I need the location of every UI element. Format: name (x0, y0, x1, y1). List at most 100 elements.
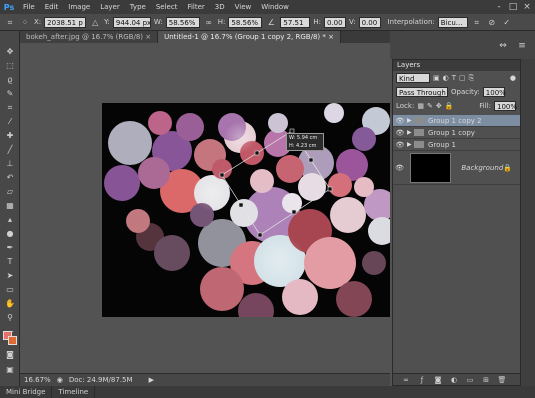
clone-stamp-icon[interactable]: ⊥ (4, 158, 16, 169)
opacity-label: Opacity: (451, 88, 480, 96)
close-window-button[interactable]: × (521, 1, 533, 13)
history-brush-icon[interactable]: ↶ (4, 172, 16, 183)
zoom-icon[interactable]: ⚲ (4, 312, 16, 323)
fill-field[interactable]: 100% (494, 101, 517, 111)
link-layers-icon[interactable]: ∞ (401, 375, 411, 385)
filter-smart-icon[interactable]: ⎘ (469, 74, 475, 83)
quick-select-icon[interactable]: ✎ (4, 88, 16, 99)
lasso-icon[interactable]: ϱ (4, 74, 16, 85)
menu-select[interactable]: Select (151, 3, 183, 11)
new-group-icon[interactable]: ▭ (465, 375, 475, 385)
app-logo: Ps (3, 2, 15, 12)
layer-style-icon[interactable]: ƒ (417, 375, 427, 385)
delete-layer-icon[interactable]: 🗑 (497, 375, 507, 385)
type-icon[interactable]: T (4, 256, 16, 267)
visibility-eye-icon[interactable]: 👁 (393, 129, 407, 137)
menu-layer[interactable]: Layer (95, 3, 125, 11)
angle-field[interactable]: 57.51 (280, 16, 311, 28)
lock-transparent-icon[interactable]: ▦ (417, 102, 424, 110)
commit-transform-icon[interactable]: ✓ (501, 17, 513, 28)
path-select-icon[interactable]: ➤ (4, 270, 16, 281)
width-field[interactable]: 58.56% (165, 16, 200, 28)
x-field[interactable]: 2038.51 p (44, 16, 87, 28)
menu-window[interactable]: Window (256, 3, 294, 11)
filter-toggle-icon[interactable]: ● (510, 74, 516, 82)
brush-icon[interactable]: ╱ (4, 144, 16, 155)
tool-preset-icon[interactable]: ⌗ (4, 17, 16, 28)
dodge-icon[interactable]: ● (4, 228, 16, 239)
lock-move-icon[interactable]: ✥ (436, 102, 442, 110)
doc-tab-bokeh[interactable]: bokeh_after.jpg @ 16.7% (RGB/8) × (20, 31, 159, 43)
visibility-eye-icon[interactable]: 👁 (393, 164, 406, 172)
blend-mode-select[interactable]: Pass Through (396, 87, 448, 97)
canvas-area[interactable]: W: 5.94 cm H: 4.23 cm (20, 43, 390, 373)
y-field[interactable]: 944.04 px (112, 16, 151, 28)
marquee-icon[interactable]: ⬚ (4, 60, 16, 71)
pen-icon[interactable]: ✒ (4, 242, 16, 253)
layers-panel-title[interactable]: Layers (393, 60, 520, 71)
layer-filter-select[interactable]: Kind (396, 73, 430, 83)
menu-filter[interactable]: Filter (182, 3, 209, 11)
visibility-eye-icon[interactable]: 👁 (393, 117, 407, 125)
filter-type-icon[interactable]: T (452, 74, 456, 82)
layer-row[interactable]: 👁 ▶ Group 1 copy 2 (393, 115, 520, 127)
reference-point-icon[interactable]: ⁘ (19, 17, 31, 28)
menu-edit[interactable]: Edit (40, 3, 64, 11)
expand-group-icon[interactable]: ▶ (407, 141, 414, 148)
interpolation-label: Interpolation: (387, 18, 435, 26)
shape-icon[interactable]: ▭ (4, 284, 16, 295)
menu-3d[interactable]: 3D (210, 3, 230, 11)
tab-mini-bridge[interactable]: Mini Bridge (0, 386, 53, 398)
eyedropper-icon[interactable]: ⁄ (4, 116, 16, 127)
panel-options-icon[interactable]: ≡ (516, 41, 528, 51)
restore-button[interactable]: □ (507, 1, 519, 13)
cancel-transform-icon[interactable]: ⊘ (486, 17, 498, 28)
vskew-field[interactable]: 0.00 (358, 16, 381, 28)
menu-image[interactable]: Image (63, 3, 95, 11)
gradient-icon[interactable]: ▦ (4, 200, 16, 211)
move-icon[interactable]: ✥ (4, 46, 16, 57)
delta-icon[interactable]: △ (89, 17, 101, 28)
quick-mask-icon[interactable]: ◙ (4, 349, 16, 360)
crop-icon[interactable]: ⌗ (4, 102, 16, 113)
minimize-button[interactable]: - (493, 1, 505, 13)
tab-timeline[interactable]: Timeline (52, 386, 96, 398)
healing-icon[interactable]: ✚ (4, 130, 16, 141)
eraser-icon[interactable]: ▱ (4, 186, 16, 197)
lock-all-icon[interactable]: 🔒 (445, 102, 454, 110)
adjustment-layer-icon[interactable]: ◐ (449, 375, 459, 385)
menu-type[interactable]: Type (125, 3, 151, 11)
layer-row[interactable]: 👁 Background 🔒 (393, 151, 520, 185)
opacity-field[interactable]: 100% (482, 87, 506, 97)
expand-group-icon[interactable]: ▶ (407, 129, 414, 136)
status-icon[interactable]: ◉ (57, 376, 63, 384)
expand-group-icon[interactable]: ▶ (407, 117, 414, 124)
new-layer-icon[interactable]: ⊞ (481, 375, 491, 385)
height-field[interactable]: 58.56% (228, 16, 263, 28)
doc-tab-untitled[interactable]: Untitled-1 @ 16.7% (Group 1 copy 2, RGB/… (158, 31, 341, 43)
filter-adjust-icon[interactable]: ◐ (443, 74, 449, 82)
hand-icon[interactable]: ✋ (4, 298, 16, 309)
blur-icon[interactable]: ▴ (4, 214, 16, 225)
filter-shape-icon[interactable]: ▢ (459, 74, 466, 82)
background-color-swatch[interactable] (8, 336, 17, 345)
lock-brush-icon[interactable]: ✎ (427, 102, 433, 110)
add-mask-icon[interactable]: ◙ (433, 375, 443, 385)
layer-name: Group 1 copy 2 (428, 116, 482, 125)
layer-row[interactable]: 👁 ▶ Group 1 (393, 139, 520, 151)
layer-row[interactable]: 👁 ▶ Group 1 copy (393, 127, 520, 139)
warp-icon[interactable]: ⌗ (471, 17, 483, 28)
menu-file[interactable]: File (18, 3, 40, 11)
visibility-eye-icon[interactable]: 👁 (393, 141, 407, 149)
interpolation-select[interactable]: Bicu... (437, 16, 468, 28)
tools-panel: ✥ ⬚ ϱ ✎ ⌗ ⁄ ✚ ╱ ⊥ ↶ ▱ ▦ ▴ ● ✒ T ➤ ▭ ✋ ⚲ … (0, 31, 20, 386)
zoom-level[interactable]: 16.67% (24, 376, 51, 384)
menu-view[interactable]: View (230, 3, 257, 11)
hskew-field[interactable]: 0.00 (324, 16, 346, 28)
collapse-panels-icon[interactable]: ⇔ (497, 41, 509, 51)
document-image[interactable]: W: 5.94 cm H: 4.23 cm (102, 103, 390, 317)
link-icon[interactable]: ∞ (203, 17, 215, 28)
status-menu-icon[interactable]: ▶ (149, 376, 154, 384)
filter-pixel-icon[interactable]: ▣ (433, 74, 440, 82)
screen-mode-icon[interactable]: ▣ (4, 364, 16, 375)
